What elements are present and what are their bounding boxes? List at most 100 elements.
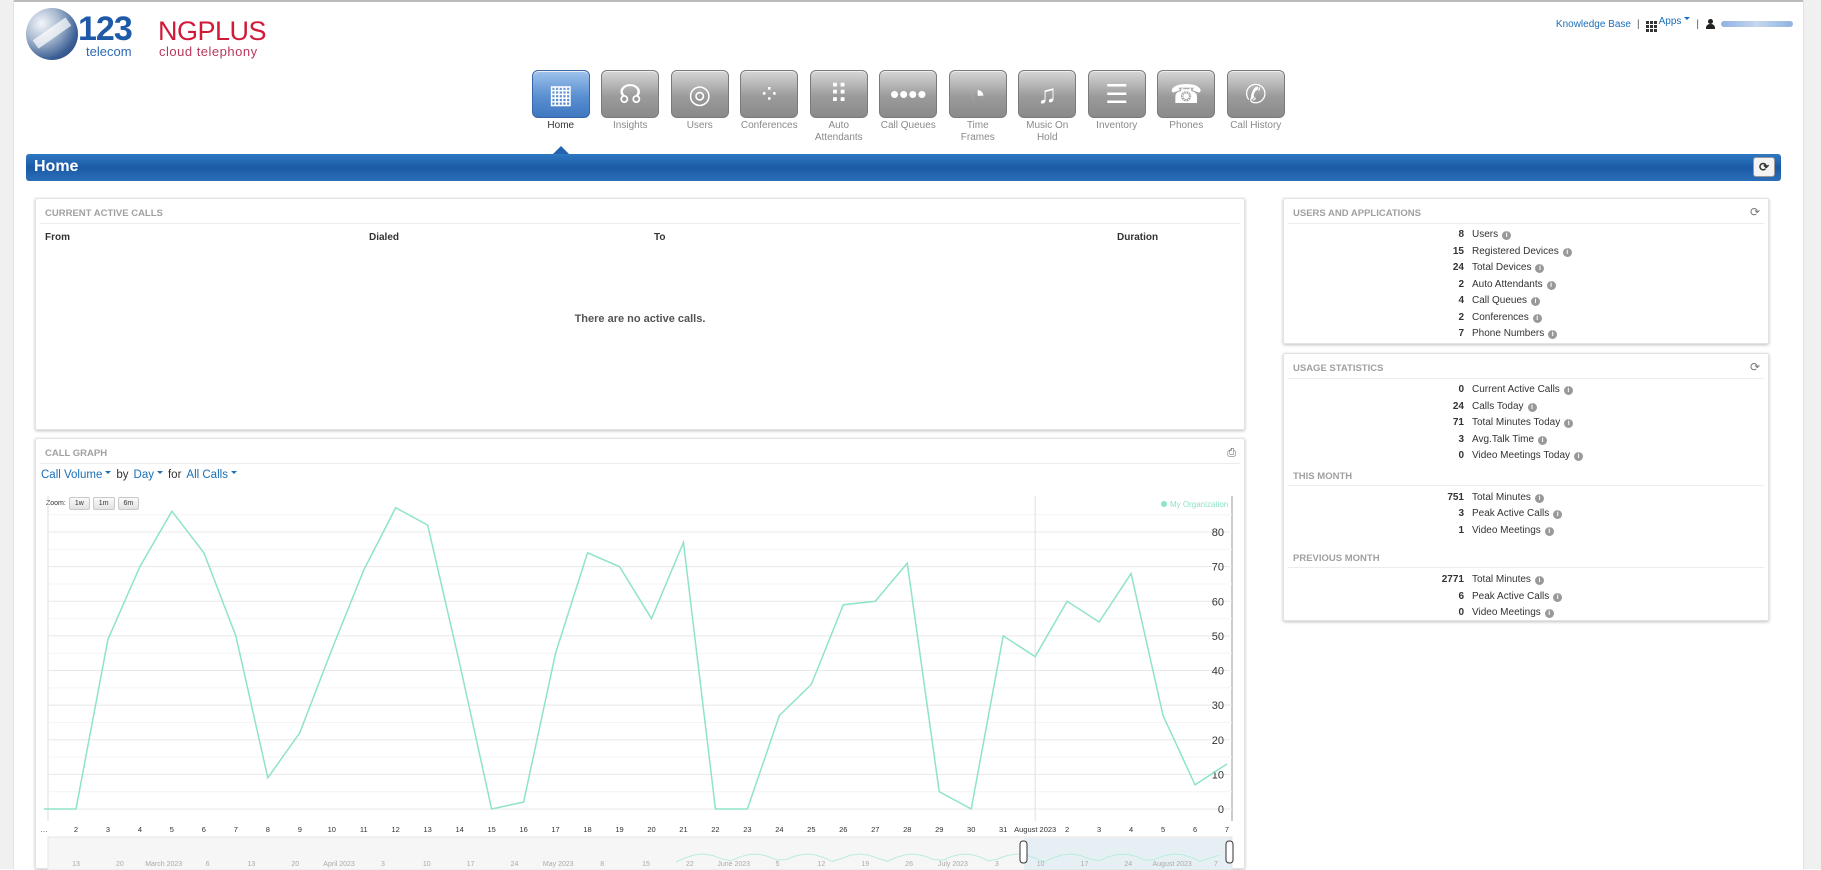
call-volume-chart[interactable]: 01020304050607080… 2 3 4 5 6 7 8 9 10 11 12 13 14 15 16… <box>36 439 1246 870</box>
data-point[interactable] <box>1226 762 1229 765</box>
info-icon[interactable]: i <box>1553 592 1563 602</box>
info-icon[interactable]: i <box>1544 526 1554 536</box>
nav-item-conferences[interactable]: ⁘ Conferences <box>735 70 805 144</box>
apps-menu[interactable]: Apps <box>1645 16 1691 32</box>
data-point[interactable] <box>43 808 46 811</box>
nav-item-auto-attendants[interactable]: ⠿ Auto Attendants <box>804 70 874 144</box>
data-point[interactable] <box>650 617 653 620</box>
data-point[interactable] <box>1066 600 1069 603</box>
info-icon[interactable]: i <box>1527 402 1537 412</box>
data-point[interactable] <box>1130 572 1133 575</box>
stat-value: 1 <box>1458 524 1464 536</box>
data-point[interactable] <box>970 808 973 811</box>
navigator-tick-label: July 2023 <box>938 861 968 868</box>
data-point[interactable] <box>938 790 941 793</box>
data-point[interactable] <box>1194 783 1197 786</box>
series-line-my-organization[interactable] <box>44 506 1228 811</box>
info-icon[interactable]: i <box>1564 419 1574 428</box>
nav-item-phones[interactable]: ☎ Phones <box>1152 70 1222 144</box>
navigator-tick-label: August 2023 <box>1152 861 1191 868</box>
nav-item-home[interactable]: ▦ Home <box>526 70 596 154</box>
panel-title: CURRENT ACTIVE CALLS <box>40 199 1240 224</box>
data-point[interactable] <box>490 808 493 811</box>
info-icon[interactable]: i <box>1538 435 1548 445</box>
legend-label: My Organization <box>1170 500 1228 509</box>
data-point[interactable] <box>746 808 749 811</box>
top-links: Knowledge Base | Apps | <box>1556 16 1793 32</box>
info-icon[interactable]: i <box>1531 297 1541 306</box>
info-icon[interactable]: i <box>1535 264 1545 273</box>
nav-item-call-queues[interactable]: •••• Call Queues <box>874 70 944 144</box>
data-point[interactable] <box>1034 655 1037 658</box>
data-point[interactable] <box>138 565 141 568</box>
stat-row: 2 Auto Attendants i <box>1284 277 1768 294</box>
data-point[interactable] <box>906 562 909 565</box>
knowledge-base-link[interactable]: Knowledge Base <box>1556 19 1631 30</box>
data-point[interactable] <box>1002 634 1005 637</box>
info-icon[interactable]: i <box>1534 576 1544 585</box>
data-point[interactable] <box>330 648 333 651</box>
navigator-left-handle[interactable] <box>1019 840 1028 864</box>
x-tick-label: 7 <box>1225 825 1229 834</box>
data-point[interactable] <box>618 565 621 568</box>
data-point[interactable] <box>266 776 269 779</box>
data-point[interactable] <box>426 524 429 527</box>
refresh-icon[interactable]: ⟳ <box>1753 157 1775 177</box>
info-icon[interactable]: i <box>1563 386 1573 395</box>
nav-item-inventory[interactable]: ☰ Inventory <box>1082 70 1152 144</box>
data-point[interactable] <box>874 600 877 603</box>
nav-item-insights[interactable]: ☊ Insights <box>596 70 666 144</box>
data-point[interactable] <box>522 801 525 804</box>
user-icon[interactable] <box>1705 19 1715 29</box>
stat-value: 15 <box>1452 245 1464 257</box>
navigator-tick-label: 10 <box>423 861 431 868</box>
data-point[interactable] <box>1098 621 1101 624</box>
nav-item-time-frames[interactable]: ◔ Time Frames <box>943 70 1013 144</box>
brand-logo[interactable]: 123 telecom NGPLUS cloud telephony <box>26 8 271 62</box>
data-point[interactable] <box>394 506 397 509</box>
x-tick-label: … <box>40 825 48 834</box>
navigator-tick-label: 6 <box>206 861 210 868</box>
data-point[interactable] <box>554 652 557 655</box>
data-point[interactable] <box>362 569 365 572</box>
y-tick-label: 50 <box>1212 631 1224 643</box>
info-icon[interactable]: i <box>1562 247 1572 257</box>
data-point[interactable] <box>74 808 77 811</box>
nav-label: Phones <box>1169 120 1204 131</box>
data-point[interactable] <box>458 662 461 665</box>
refresh-icon[interactable]: ⟳ <box>1750 205 1760 219</box>
info-icon[interactable]: i <box>1553 510 1563 519</box>
data-point[interactable] <box>234 634 237 637</box>
info-icon[interactable]: i <box>1532 313 1542 323</box>
info-icon[interactable]: i <box>1548 330 1558 339</box>
data-point[interactable] <box>682 541 685 544</box>
data-point[interactable] <box>714 808 717 811</box>
stat-label: Total Minutes <box>1472 574 1531 585</box>
panel-title: USAGE STATISTICS <box>1288 354 1764 379</box>
info-icon[interactable]: i <box>1544 609 1554 618</box>
x-tick-label: 15 <box>487 825 495 834</box>
data-point[interactable] <box>586 551 589 554</box>
data-point[interactable] <box>202 551 205 554</box>
user-name-redacted[interactable] <box>1721 21 1793 27</box>
data-point[interactable] <box>842 603 845 606</box>
info-icon[interactable]: i <box>1574 452 1584 461</box>
navigator-right-handle[interactable] <box>1225 840 1234 864</box>
data-point[interactable] <box>170 510 173 513</box>
data-point[interactable] <box>1162 714 1165 717</box>
nav-item-music-on-hold[interactable]: ♫ Music On Hold <box>1013 70 1083 144</box>
nav-item-call-history[interactable]: ✆ Call History <box>1221 70 1291 144</box>
refresh-icon[interactable]: ⟳ <box>1750 360 1760 374</box>
nav-label: Home <box>547 120 575 131</box>
data-point[interactable] <box>810 683 813 686</box>
data-point[interactable] <box>298 731 301 734</box>
info-icon[interactable]: i <box>1546 280 1556 290</box>
nav-item-users[interactable]: ◎ Users <box>665 70 735 144</box>
info-icon[interactable]: i <box>1534 493 1544 503</box>
data-point[interactable] <box>778 714 781 717</box>
navigator-tick-label: April 2023 <box>323 861 355 868</box>
stat-value: 24 <box>1452 400 1464 412</box>
stat-label: Total Minutes Today <box>1472 417 1561 428</box>
data-point[interactable] <box>106 638 109 641</box>
info-icon[interactable]: i <box>1502 231 1512 240</box>
